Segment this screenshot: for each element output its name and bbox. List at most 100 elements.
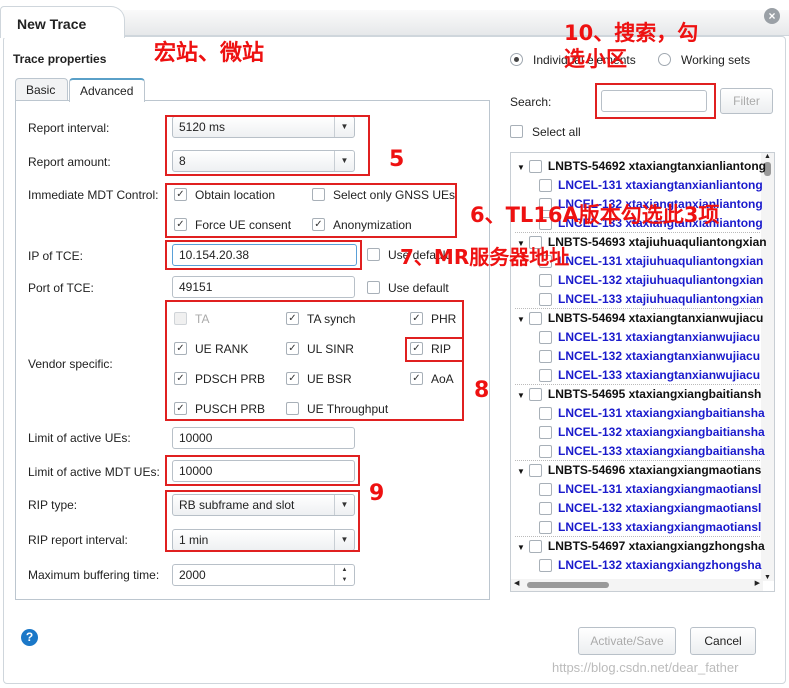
- watermark: https://blog.csdn.net/dear_father: [552, 660, 739, 675]
- tree-node-label: LNBTS-54695 xtaxiangxiangbaitiansh: [547, 387, 762, 401]
- tree-node-lncel[interactable]: LNCEL-131 xtaxiangtanxianliantong: [539, 176, 763, 195]
- tree-checkbox[interactable]: [539, 331, 552, 345]
- tree-node-lnbts[interactable]: ▼ LNBTS-54696 xtaxiangxiangmaotians: [517, 461, 761, 480]
- tree-node-lncel[interactable]: LNCEL-132 xtaxiangxiangzhongsha: [539, 556, 761, 575]
- port-use-default-checkbox[interactable]: [367, 281, 380, 294]
- tree-node-label: LNCEL-131 xtaxiangtanxianwujiacu: [558, 330, 761, 344]
- tree-node-lncel[interactable]: LNCEL-133 xtaxiangxiangbaitiansha: [539, 442, 765, 461]
- vertical-scrollbar[interactable]: ▲ ▼: [761, 153, 774, 581]
- max-buffer-spinner[interactable]: 2000 ▲ ▼: [172, 564, 355, 586]
- tree-node-lnbts[interactable]: ▼ LNBTS-54692 xtaxiangtanxianliantong: [517, 157, 766, 176]
- tree-node-lncel[interactable]: LNCEL-132 xtaxiangxiangbaitiansha: [539, 423, 765, 442]
- annotation-box-7: [165, 240, 362, 270]
- tree-checkbox[interactable]: [539, 293, 552, 307]
- tree-node-lncel[interactable]: LNCEL-131 xtaxiangxiangbaitiansha: [539, 404, 765, 423]
- annotation-1: 宏站、微站: [154, 41, 265, 66]
- vendor-specific-label: Vendor specific:: [28, 357, 113, 371]
- limit-ues-input[interactable]: [172, 427, 355, 449]
- annotation-box-5: [165, 115, 370, 176]
- tree-checkbox[interactable]: [539, 179, 552, 193]
- annotation-6: 6、TL16A版本勾选此3项: [470, 203, 720, 227]
- tree-checkbox[interactable]: [539, 407, 552, 421]
- activate-save-button[interactable]: Activate/Save: [578, 627, 676, 655]
- port-tce-input[interactable]: [172, 276, 355, 298]
- expand-triangle-icon[interactable]: ▼: [517, 163, 525, 172]
- radio-label: Working sets: [681, 53, 751, 67]
- limit-mdt-label: Limit of active MDT UEs:: [28, 465, 160, 479]
- limit-ues-label: Limit of active UEs:: [28, 431, 131, 445]
- tree-node-lncel[interactable]: LNCEL-133 xtaxiangxiangmaotiansl: [539, 518, 761, 537]
- tree-node-label: LNBTS-54694 xtaxiangtanxianwujiacu: [547, 311, 764, 325]
- expand-triangle-icon[interactable]: ▼: [517, 467, 525, 476]
- tree-node-label: LNCEL-133 xtaxiangxiangbaitiansha: [558, 444, 765, 458]
- tree-checkbox[interactable]: [539, 274, 552, 288]
- tree-node-label: LNCEL-131 xtaxiangxiangmaotiansl: [558, 482, 762, 496]
- tree-checkbox[interactable]: [528, 160, 542, 174]
- annotation-10-line2: 选小区: [564, 47, 627, 71]
- tree-checkbox[interactable]: [539, 426, 552, 440]
- tree-node-lnbts[interactable]: ▼ LNBTS-54694 xtaxiangtanxianwujiacu: [517, 309, 763, 328]
- search-label: Search:: [510, 95, 552, 109]
- max-buffer-label: Maximum buffering time:: [28, 568, 160, 582]
- tree-node-lnbts[interactable]: ▼ LNBTS-54697 xtaxiangxiangzhongsha: [517, 537, 765, 556]
- tree-node-lncel[interactable]: LNCEL-132 xtaxiangtanxianwujiacu: [539, 347, 760, 366]
- ip-tce-label: IP of TCE:: [28, 249, 83, 263]
- radio-working-sets[interactable]: [658, 53, 671, 66]
- tree-checkbox[interactable]: [539, 521, 552, 535]
- tree-node-lncel[interactable]: LNCEL-131 xtajiuhuaquliantongxian: [539, 252, 763, 271]
- window-title: New Trace: [0, 6, 125, 38]
- annotation-7: 7、MR服务器地址: [400, 245, 570, 269]
- annotation-box-rip: [405, 337, 464, 362]
- tree-node-lncel[interactable]: LNCEL-133 xtaxiangtanxianwujiacu: [539, 366, 760, 385]
- filter-button[interactable]: Filter: [720, 88, 773, 114]
- tree-node-label: LNCEL-132 xtajiuhuaquliantongxian: [558, 273, 764, 287]
- annotation-box-mdt: [165, 455, 360, 486]
- tree-node-lncel[interactable]: LNCEL-133 xtajiuhuaquliantongxian: [539, 290, 763, 309]
- cancel-button[interactable]: Cancel: [690, 627, 756, 655]
- rip-interval-label: RIP report interval:: [28, 533, 128, 547]
- tree-checkbox[interactable]: [528, 540, 542, 554]
- hscroll-thumb[interactable]: [527, 582, 609, 588]
- expand-triangle-icon[interactable]: ▼: [517, 543, 525, 552]
- tree-node-lncel[interactable]: LNCEL-131 xtaxiangtanxianwujiacu: [539, 328, 760, 347]
- radio-individual-elements[interactable]: [510, 53, 523, 66]
- tree-checkbox[interactable]: [539, 559, 552, 573]
- tree-node-label: LNCEL-131 xtaxiangtanxianliantong: [558, 178, 763, 192]
- tree-checkbox[interactable]: [539, 350, 552, 364]
- tree-checkbox[interactable]: [528, 388, 542, 402]
- select-all-checkbox[interactable]: [510, 125, 523, 138]
- tab-advanced[interactable]: Advanced: [69, 78, 145, 102]
- tree-node-lncel[interactable]: LNCEL-131 xtaxiangxiangmaotiansl: [539, 480, 761, 499]
- tree-checkbox[interactable]: [539, 502, 552, 516]
- tree-node-lncel[interactable]: LNCEL-132 xtajiuhuaquliantongxian: [539, 271, 763, 290]
- report-amount-label: Report amount:: [28, 155, 111, 169]
- tree-checkbox[interactable]: [539, 483, 552, 497]
- tree-checkbox[interactable]: [539, 369, 552, 383]
- report-interval-label: Report interval:: [28, 121, 110, 135]
- tree-checkbox[interactable]: [539, 445, 552, 459]
- horizontal-scrollbar[interactable]: ◀ ▶: [511, 579, 763, 591]
- mdt-control-label: Immediate MDT Control:: [28, 188, 159, 202]
- expand-triangle-icon[interactable]: ▼: [517, 391, 525, 400]
- tree-node-label: LNBTS-54696 xtaxiangxiangmaotians: [547, 463, 762, 477]
- tab-basic[interactable]: Basic: [15, 78, 68, 101]
- tree-node-label: LNCEL-133 xtajiuhuaquliantongxian: [558, 292, 764, 306]
- help-icon[interactable]: ?: [21, 629, 38, 646]
- tree-node-lnbts[interactable]: ▼ LNBTS-54695 xtaxiangxiangbaitiansh: [517, 385, 761, 404]
- ip-use-default-checkbox[interactable]: [367, 248, 380, 261]
- tree-checkbox[interactable]: [528, 464, 542, 478]
- tree-node-lncel[interactable]: LNCEL-132 xtaxiangxiangmaotiansl: [539, 499, 761, 518]
- select-all-label: Select all: [532, 125, 581, 139]
- spinner-arrows-icon[interactable]: ▲ ▼: [334, 565, 354, 585]
- close-icon[interactable]: ×: [764, 8, 780, 24]
- annotation-box-10: [595, 83, 716, 119]
- tree-node-label: LNCEL-132 xtaxiangxiangmaotiansl: [558, 501, 762, 515]
- tree-node-label: LNCEL-132 xtaxiangtanxianwujiacu: [558, 349, 761, 363]
- tree-node-label: LNBTS-54692 xtaxiangtanxianliantong: [547, 159, 766, 173]
- expand-triangle-icon[interactable]: ▼: [517, 315, 525, 324]
- annotation-8: 8: [474, 378, 490, 403]
- annotation-box-9: [165, 490, 360, 552]
- port-tce-label: Port of TCE:: [28, 281, 94, 295]
- annotation-5: 5: [389, 147, 405, 172]
- tree-checkbox[interactable]: [528, 312, 542, 326]
